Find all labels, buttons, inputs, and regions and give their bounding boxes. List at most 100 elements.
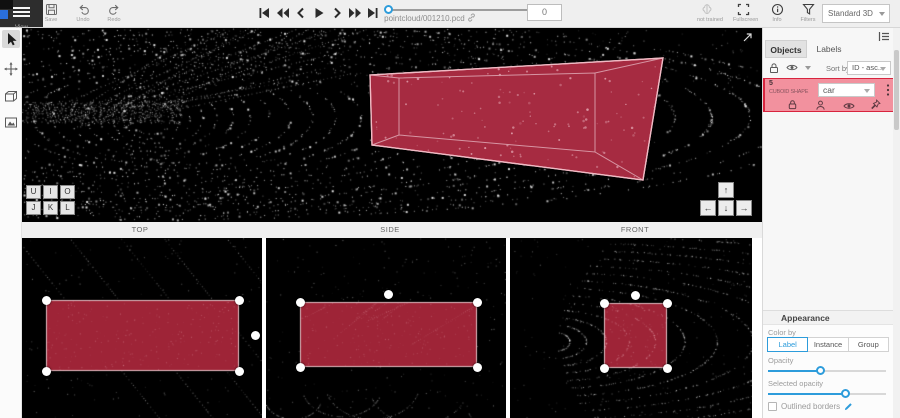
resize-handle[interactable] (42, 296, 51, 305)
nav-down-button[interactable]: ↓ (718, 200, 734, 216)
panel-scrollbar[interactable] (893, 28, 900, 418)
resize-handle[interactable] (600, 299, 609, 308)
opacity-slider-handle[interactable] (816, 366, 825, 375)
expand-view-icon[interactable] (741, 31, 753, 43)
nav-up-button[interactable]: ↑ (718, 182, 734, 198)
expand-all-icon[interactable] (805, 66, 811, 70)
resize-handle[interactable] (663, 299, 672, 308)
tab-labels[interactable]: Labels (811, 40, 847, 58)
cuboid-annotation[interactable] (22, 28, 762, 222)
tool-select[interactable] (2, 30, 20, 48)
top-view-canvas[interactable] (22, 238, 262, 418)
color-by-label-button[interactable]: Label (767, 337, 808, 352)
rotate-handle[interactable] (251, 331, 260, 340)
brain-icon (700, 3, 714, 16)
play-button[interactable] (313, 6, 327, 20)
filter-icon (802, 3, 815, 16)
side-view-label: SIDE (380, 225, 400, 234)
tab-objects[interactable]: Objects (765, 40, 807, 58)
front-projection-view[interactable] (510, 238, 752, 418)
chevron-down-icon (864, 89, 870, 93)
frame-number-input[interactable]: 0 (527, 4, 562, 21)
objects-panel: Objects Labels Sort by ID - asc... 5 CUB… (762, 28, 893, 418)
resize-handle[interactable] (473, 363, 482, 372)
object-lock-icon[interactable] (787, 99, 798, 110)
color-by-instance-button[interactable]: Instance (807, 337, 848, 352)
hotkey-u[interactable]: U (26, 185, 41, 199)
nav-right-button[interactable]: → (736, 200, 752, 216)
next-frame-button[interactable] (331, 6, 345, 20)
hotkey-l[interactable]: L (60, 201, 75, 215)
scrollbar-thumb[interactable] (894, 50, 899, 130)
info-button[interactable]: Info (767, 3, 787, 23)
cuboid-face[interactable] (370, 58, 663, 180)
main-3d-viewport[interactable]: U I O J K L ↑ ← ↓ → (22, 28, 762, 222)
previous-frame-button[interactable] (295, 6, 309, 20)
outlined-borders-row[interactable]: Outlined borders (768, 402, 853, 411)
hotkey-j[interactable]: J (26, 201, 41, 215)
selected-opacity-slider-handle[interactable] (841, 389, 850, 398)
resize-handle[interactable] (235, 367, 244, 376)
filters-button[interactable]: Filters (798, 3, 818, 23)
opacity-slider[interactable] (768, 366, 886, 375)
redo-button[interactable]: Redo (104, 3, 124, 23)
resize-handle[interactable] (600, 364, 609, 373)
hotkey-k[interactable]: K (43, 201, 58, 215)
resize-handle[interactable] (296, 298, 305, 307)
save-icon (45, 3, 58, 16)
opacity-label: Opacity (768, 356, 793, 365)
visibility-all-icon[interactable] (786, 63, 798, 72)
hotkey-o[interactable]: O (60, 185, 75, 199)
resize-handle[interactable] (296, 363, 305, 372)
fast-backward-button[interactable] (276, 6, 290, 20)
resize-handle[interactable] (473, 298, 482, 307)
view-mode-select[interactable]: Standard 3D (822, 4, 890, 23)
object-visibility-icon[interactable] (843, 101, 855, 111)
lock-all-icon[interactable] (768, 62, 780, 74)
selected-opacity-slider[interactable] (768, 389, 886, 398)
outlined-borders-checkbox[interactable] (768, 402, 777, 411)
hotkey-i[interactable]: I (43, 185, 58, 199)
ai-assist-button[interactable]: not trained (697, 3, 717, 23)
save-button[interactable]: Save (41, 3, 61, 23)
projection-labels-strip: TOP SIDE FRONT (22, 222, 762, 238)
color-by-group-button[interactable]: Group (848, 337, 889, 352)
chevron-down-icon (880, 67, 886, 71)
cursor-icon (5, 32, 18, 46)
frame-slider[interactable] (385, 9, 540, 11)
side-view-canvas[interactable] (266, 238, 506, 418)
top-toolbar: View Save Undo (0, 0, 900, 28)
object-pin-icon[interactable] (870, 99, 881, 110)
resize-handle[interactable] (663, 364, 672, 373)
panel-toggle-icon[interactable] (878, 31, 890, 42)
rotate-handle[interactable] (631, 291, 640, 300)
rotate-handle[interactable] (384, 290, 393, 299)
tool-pan[interactable] (2, 60, 20, 78)
annotation-app: View Save Undo (0, 0, 900, 418)
side-projection-view[interactable] (266, 238, 506, 418)
undo-button[interactable]: Undo (73, 3, 93, 23)
front-view-canvas[interactable] (510, 238, 752, 418)
object-row-selected[interactable]: 5 CUBOID SHAPE car (763, 78, 894, 112)
class-select[interactable]: car (818, 83, 875, 97)
edge-badge (0, 10, 8, 19)
sort-select[interactable]: ID - asc... (847, 61, 891, 75)
object-assignee-icon[interactable] (815, 99, 826, 111)
object-id: 5 (769, 80, 773, 87)
fullscreen-icon (737, 3, 750, 16)
hamburger-icon (13, 5, 30, 19)
link-icon (467, 13, 476, 22)
info-icon (771, 3, 784, 16)
fullscreen-button[interactable]: Fullscreen (733, 3, 753, 23)
top-projection-view[interactable] (22, 238, 262, 418)
skip-first-button[interactable] (258, 6, 272, 20)
color-by-group: Label Instance Group (768, 337, 889, 352)
resize-handle[interactable] (42, 367, 51, 376)
edit-pencil-icon[interactable] (844, 402, 853, 411)
object-menu-icon[interactable] (886, 83, 890, 97)
tool-cuboid[interactable] (2, 88, 20, 106)
nav-left-button[interactable]: ← (700, 200, 716, 216)
tool-frame[interactable] (2, 114, 20, 132)
resize-handle[interactable] (235, 296, 244, 305)
appearance-header[interactable]: Appearance (763, 311, 894, 325)
